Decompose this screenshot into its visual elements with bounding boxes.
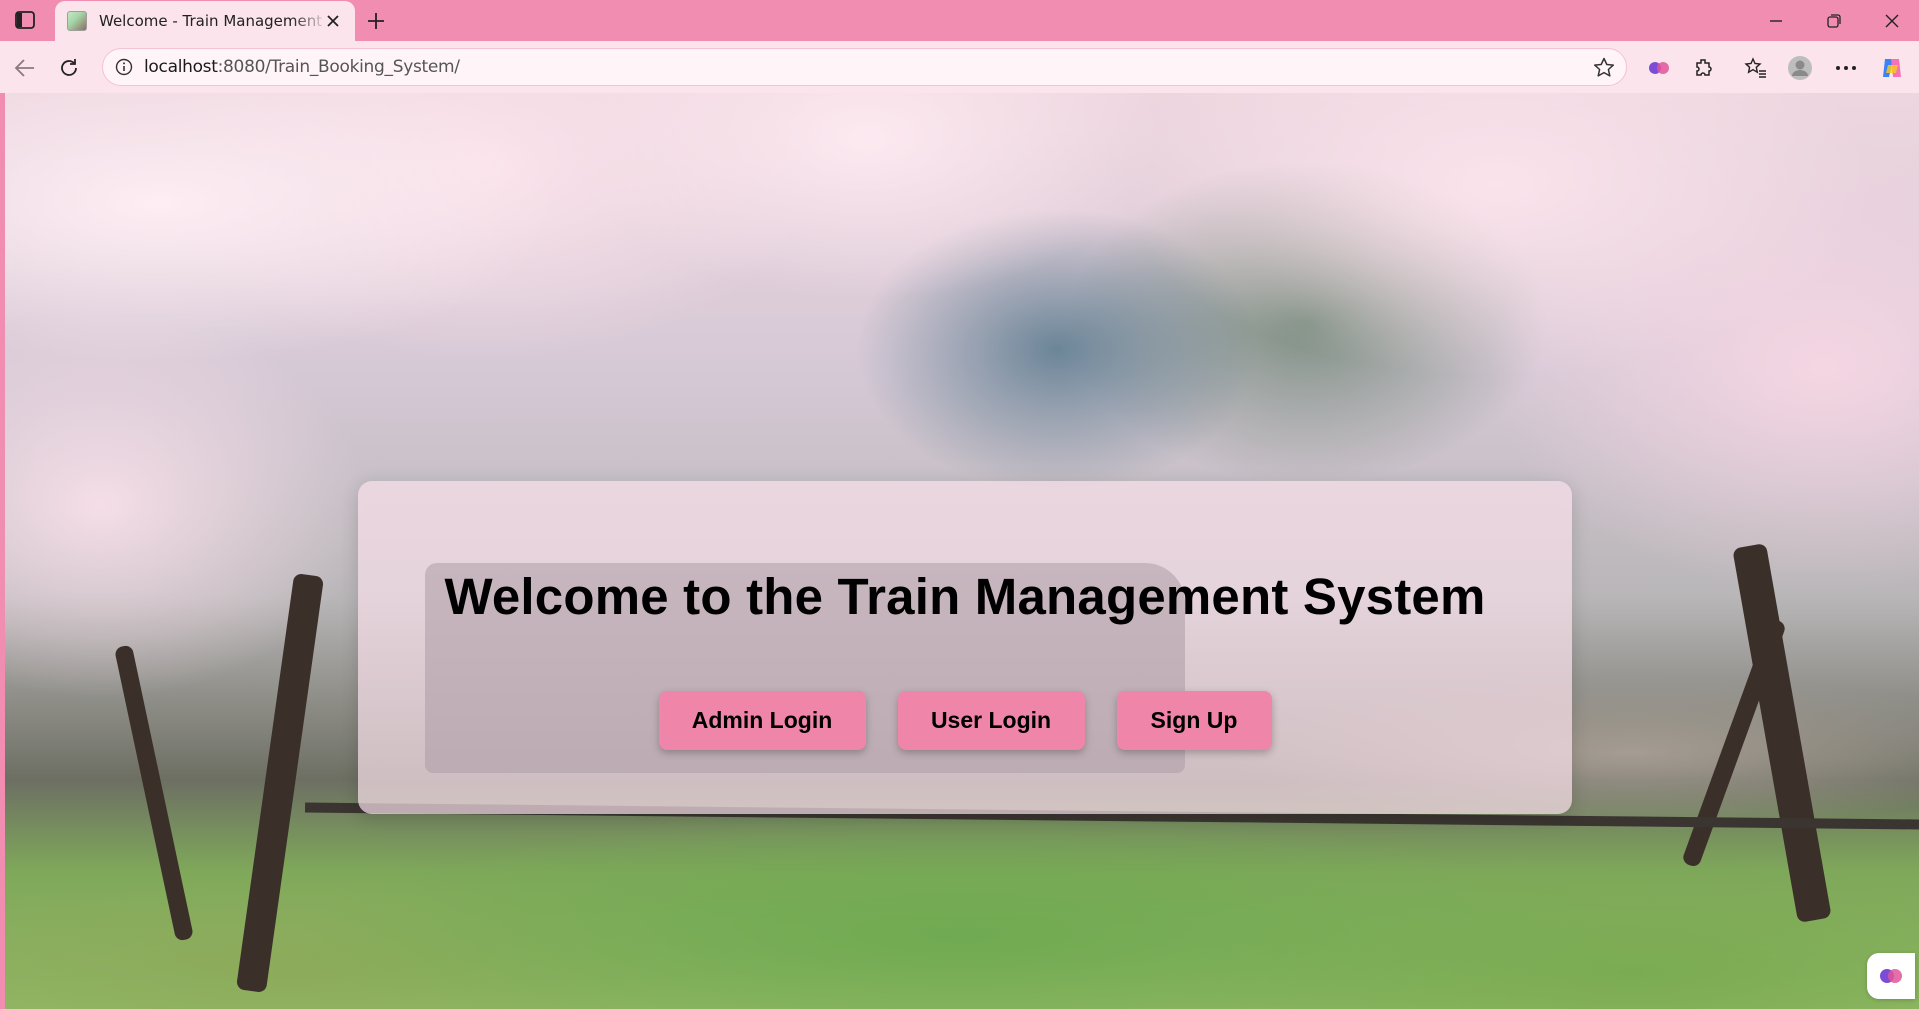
tree-trunk — [235, 572, 325, 994]
favorite-star-icon[interactable] — [1592, 56, 1616, 80]
url-text[interactable]: localhost:8080/Train_Booking_System/ — [144, 57, 460, 77]
extensions-icon[interactable] — [1690, 54, 1718, 82]
welcome-panel: Welcome to the Train Management System A… — [358, 481, 1572, 814]
close-window-icon[interactable] — [1872, 8, 1912, 34]
copilot-icon[interactable] — [1878, 54, 1906, 82]
url-path: :8080/Train_Booking_System/ — [217, 57, 460, 77]
copilot-floating-icon[interactable] — [1867, 953, 1915, 999]
site-info-icon[interactable] — [113, 56, 135, 78]
profile-avatar-icon[interactable] — [1786, 54, 1814, 82]
favicon-icon — [67, 11, 87, 31]
favorites-icon[interactable] — [1742, 54, 1770, 82]
copilot-sidebar-icon[interactable] — [1645, 54, 1673, 82]
reload-icon[interactable] — [54, 53, 84, 83]
user-login-button[interactable]: User Login — [897, 691, 1085, 750]
browser-title-bar: Welcome - Train Management System — [0, 0, 1919, 41]
page-title: Welcome to the Train Management System — [444, 568, 1486, 625]
back-arrow-icon[interactable] — [10, 53, 40, 83]
login-button-group: Admin Login User Login Sign Up — [358, 691, 1572, 750]
address-bar[interactable]: localhost:8080/Train_Booking_System/ — [102, 48, 1627, 86]
sidebar-toggle-icon[interactable] — [12, 9, 38, 31]
sign-up-button[interactable]: Sign Up — [1116, 691, 1272, 750]
tree-trunk — [114, 644, 194, 942]
page-background: Welcome to the Train Management System A… — [5, 93, 1919, 1009]
restore-icon[interactable] — [1814, 8, 1854, 34]
close-tab-icon[interactable] — [323, 11, 343, 31]
tab-title: Welcome - Train Management System — [99, 12, 327, 30]
browser-tab[interactable]: Welcome - Train Management System — [55, 1, 355, 41]
url-host: localhost — [144, 57, 218, 77]
browser-toolbar: localhost:8080/Train_Booking_System/ — [0, 41, 1919, 93]
more-options-icon[interactable] — [1832, 54, 1860, 82]
minimize-icon[interactable] — [1756, 8, 1796, 34]
new-tab-icon[interactable] — [363, 8, 389, 34]
admin-login-button[interactable]: Admin Login — [658, 691, 866, 750]
